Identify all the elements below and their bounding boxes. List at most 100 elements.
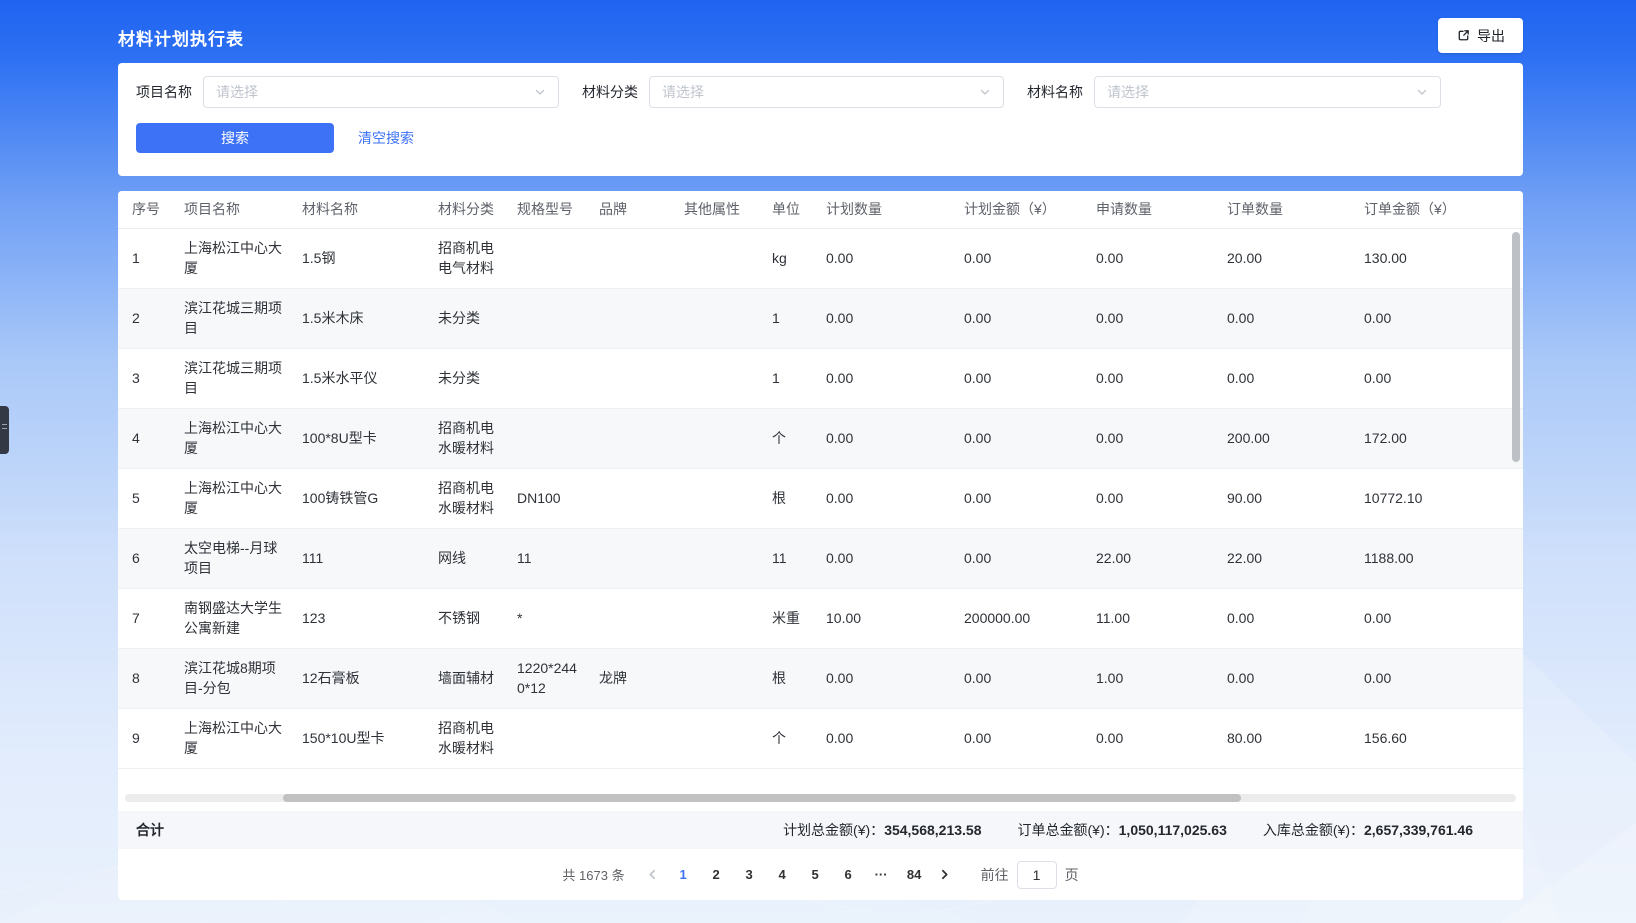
cell-spec [505, 288, 587, 348]
goto-page-input[interactable] [1017, 861, 1057, 889]
cell-order-amount: 0.00 [1352, 588, 1523, 648]
cell-plan-qty: 10.00 [814, 588, 952, 648]
page-button-6[interactable]: 6 [832, 861, 865, 889]
table-row: 7南钢盛达大学生公寓新建123不锈钢*米重10.00200000.0011.00… [118, 588, 1523, 648]
cell-order-amount: 0.00 [1352, 348, 1523, 408]
material-category-select[interactable]: 请选择 [649, 76, 1004, 108]
cell-attrs [672, 648, 760, 708]
cell-category: 招商机电水暖材料 [426, 468, 505, 528]
cell-project: 上海松江中心大厦 [172, 708, 290, 768]
grip-icon [2, 424, 7, 425]
chevron-down-icon [1416, 86, 1428, 98]
cell-unit: 米重 [760, 588, 814, 648]
cell-order-qty: 22.00 [1215, 528, 1352, 588]
filter-material-category: 材料分类 请选择 [582, 76, 1004, 108]
cell-plan-amount: 0.00 [952, 528, 1084, 588]
cell-index: 7 [118, 588, 172, 648]
table-row: 1上海松江中心大厦1.5钢招商机电电气材料kg0.000.000.0020.00… [118, 228, 1523, 288]
cell-spec: 11 [505, 528, 587, 588]
filter-panel: 项目名称 请选择 材料分类 请选择 材料名称 请选择 搜索 清空搜索 [118, 63, 1523, 176]
page-button-3[interactable]: 3 [733, 861, 766, 889]
cell-unit: 根 [760, 648, 814, 708]
summary-item-label: 计划总金额(¥)： [783, 822, 884, 838]
cell-order-qty: 20.00 [1215, 228, 1352, 288]
chevron-left-icon [646, 868, 659, 881]
cell-plan-qty: 0.00 [814, 708, 952, 768]
next-page-button[interactable] [931, 861, 959, 889]
cell-category: 招商机电电气材料 [426, 228, 505, 288]
cell-unit: 个 [760, 408, 814, 468]
cell-brand [587, 528, 672, 588]
chevron-down-icon [534, 86, 546, 98]
cell-plan-amount: 0.00 [952, 708, 1084, 768]
cell-order-amount: 172.00 [1352, 408, 1523, 468]
cell-unit: 个 [760, 708, 814, 768]
cell-material: 1.5米水平仪 [290, 348, 426, 408]
cell-order-amount: 0.00 [1352, 288, 1523, 348]
cell-apply-qty: 0.00 [1084, 408, 1215, 468]
table-row: 9上海松江中心大厦150*10U型卡招商机电水暖材料个0.000.000.008… [118, 708, 1523, 768]
cell-order-amount: 0.00 [1352, 648, 1523, 708]
page-button-84[interactable]: 84 [898, 861, 931, 889]
cell-plan-amount: 0.00 [952, 348, 1084, 408]
cell-material: 123 [290, 588, 426, 648]
cell-order-amount: 156.60 [1352, 708, 1523, 768]
cell-project: 滨江花城三期项目 [172, 288, 290, 348]
cell-unit: 11 [760, 528, 814, 588]
column-header-plan-qty: 计划数量 [814, 191, 952, 228]
cell-apply-qty: 11.00 [1084, 588, 1215, 648]
cell-material: 1.5钢 [290, 228, 426, 288]
cell-order-qty: 90.00 [1215, 468, 1352, 528]
select-placeholder: 请选择 [1107, 82, 1149, 102]
cell-apply-qty: 0.00 [1084, 288, 1215, 348]
cell-index: 1 [118, 228, 172, 288]
summary-item: 订单总金额(¥)：1,050,117,025.63 [1018, 820, 1227, 840]
cell-brand [587, 408, 672, 468]
export-button[interactable]: 导出 [1438, 18, 1523, 53]
summary-item-value: 1,050,117,025.63 [1119, 822, 1227, 838]
cell-spec [505, 228, 587, 288]
cell-order-amount: 1188.00 [1352, 528, 1523, 588]
cell-material: 12石膏板 [290, 648, 426, 708]
search-button[interactable]: 搜索 [136, 123, 334, 153]
page-button-2[interactable]: 2 [700, 861, 733, 889]
page-title: 材料计划执行表 [118, 25, 244, 50]
project-name-select[interactable]: 请选择 [203, 76, 559, 108]
cell-category: 招商机电水暖材料 [426, 708, 505, 768]
cell-unit: 根 [760, 468, 814, 528]
cell-order-amount: 10772.10 [1352, 468, 1523, 528]
clear-search-link[interactable]: 清空搜索 [358, 128, 414, 148]
vertical-scrollbar-thumb[interactable] [1512, 232, 1520, 462]
cell-attrs [672, 228, 760, 288]
pagination-bar: 共 1673 条 123456···84 前往 页 [118, 849, 1523, 900]
prev-page-button[interactable] [639, 861, 667, 889]
table-row: 8滨江花城8期项目-分包12石膏板墙面辅材1220*2440*12龙牌根0.00… [118, 648, 1523, 708]
more-pages-button[interactable]: ··· [865, 861, 898, 889]
cell-apply-qty: 1.00 [1084, 648, 1215, 708]
column-header-order-qty: 订单数量 [1215, 191, 1352, 228]
column-header-order-amount: 订单金额（¥） [1352, 191, 1523, 228]
export-label: 导出 [1477, 26, 1505, 46]
table-viewport: 序号项目名称材料名称材料分类规格型号品牌其他属性单位计划数量计划金额（¥）申请数… [118, 191, 1523, 794]
cell-category: 未分类 [426, 288, 505, 348]
cell-brand [587, 288, 672, 348]
page-button-5[interactable]: 5 [799, 861, 832, 889]
cell-brand [587, 468, 672, 528]
table-row: 3滨江花城三期项目1.5米水平仪未分类10.000.000.000.000.00 [118, 348, 1523, 408]
material-name-select[interactable]: 请选择 [1094, 76, 1441, 108]
horizontal-scrollbar-track[interactable] [125, 794, 1516, 802]
cell-spec: 1220*2440*12 [505, 648, 587, 708]
side-drawer-handle[interactable] [0, 406, 9, 454]
cell-project: 上海松江中心大厦 [172, 408, 290, 468]
cell-order-amount: 130.00 [1352, 228, 1523, 288]
cell-index: 3 [118, 348, 172, 408]
table-header-row: 序号项目名称材料名称材料分类规格型号品牌其他属性单位计划数量计划金额（¥）申请数… [118, 191, 1523, 228]
cell-attrs [672, 528, 760, 588]
page-button-1[interactable]: 1 [667, 861, 700, 889]
cell-apply-qty: 0.00 [1084, 708, 1215, 768]
horizontal-scrollbar-thumb[interactable] [283, 794, 1241, 802]
cell-plan-amount: 0.00 [952, 468, 1084, 528]
page-button-4[interactable]: 4 [766, 861, 799, 889]
cell-project: 上海松江中心大厦 [172, 468, 290, 528]
cell-apply-qty: 22.00 [1084, 528, 1215, 588]
